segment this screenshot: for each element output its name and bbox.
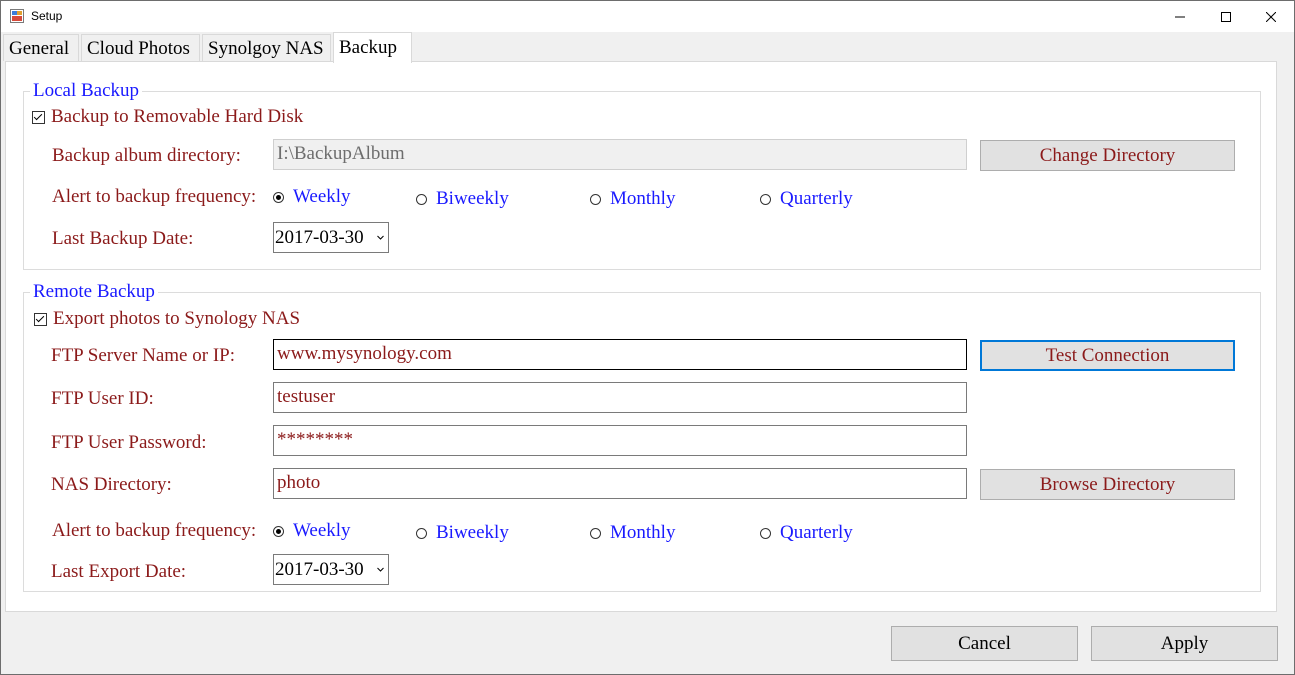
radio-unselected-icon — [416, 193, 427, 205]
radio-selected-icon — [273, 191, 284, 203]
radio-label: Monthly — [610, 188, 676, 209]
removable-disk-checkbox[interactable]: Backup to Removable Hard Disk — [32, 106, 303, 128]
radio-selected-icon — [273, 525, 284, 537]
minimize-button[interactable] — [1157, 1, 1203, 32]
remote-freq-quarterly-radio[interactable]: Quarterly — [760, 522, 853, 544]
backup-dir-field: I:\BackupAlbum — [273, 139, 967, 170]
local-freq-weekly-radio[interactable]: Weekly — [273, 186, 351, 208]
remote-freq-label: Alert to backup frequency: — [52, 520, 257, 541]
ftp-password-field[interactable]: ******** — [273, 425, 967, 456]
ftp-server-field[interactable]: www.mysynology.com — [273, 339, 967, 370]
setup-window: Setup General Cloud Photos Synolgoy NAS … — [0, 0, 1295, 675]
radio-unselected-icon — [760, 193, 771, 205]
radio-unselected-icon — [416, 527, 427, 539]
change-directory-button[interactable]: Change Directory — [980, 140, 1235, 171]
radio-label: Weekly — [293, 186, 351, 207]
local-freq-quarterly-radio[interactable]: Quarterly — [760, 188, 853, 210]
local-freq-biweekly-radio[interactable]: Biweekly — [416, 188, 509, 210]
tab-synology-nas[interactable]: Synolgoy NAS — [202, 34, 331, 61]
last-export-date-picker[interactable]: 2017-03-30 — [273, 554, 389, 585]
radio-label: Biweekly — [436, 188, 509, 209]
remote-freq-weekly-radio[interactable]: Weekly — [273, 520, 351, 542]
browse-directory-button[interactable]: Browse Directory — [980, 469, 1235, 500]
radio-label: Biweekly — [436, 522, 509, 543]
local-backup-title: Local Backup — [30, 81, 143, 101]
radio-label: Quarterly — [780, 188, 853, 209]
radio-unselected-icon — [590, 193, 601, 205]
cancel-button[interactable]: Cancel — [891, 626, 1078, 661]
export-nas-checkbox[interactable]: Export photos to Synology NAS — [34, 308, 300, 330]
nas-directory-label: NAS Directory: — [51, 474, 172, 495]
apply-button[interactable]: Apply — [1091, 626, 1278, 661]
backup-dir-label: Backup album directory: — [52, 145, 241, 166]
close-button[interactable] — [1248, 1, 1294, 32]
ftp-server-label: FTP Server Name or IP: — [51, 345, 235, 366]
tab-cloud-photos[interactable]: Cloud Photos — [81, 34, 200, 61]
minimize-icon — [1175, 16, 1185, 17]
radio-unselected-icon — [760, 527, 771, 539]
backup-tab-panel: Local Backup Backup to Removable Hard Di… — [5, 61, 1277, 612]
remote-backup-title: Remote Backup — [30, 282, 158, 302]
maximize-button[interactable] — [1203, 1, 1249, 32]
radio-unselected-icon — [590, 527, 601, 539]
ftp-user-field[interactable]: testuser — [273, 382, 967, 413]
local-backup-group: Local Backup Backup to Removable Hard Di… — [23, 81, 1261, 270]
remote-freq-biweekly-radio[interactable]: Biweekly — [416, 522, 509, 544]
local-freq-monthly-radio[interactable]: Monthly — [590, 188, 675, 210]
test-connection-button[interactable]: Test Connection — [980, 340, 1235, 371]
export-nas-checkbox-label: Export photos to Synology NAS — [53, 308, 301, 329]
checkbox-checked-icon — [32, 110, 45, 124]
app-icon — [10, 9, 24, 23]
removable-disk-checkbox-label: Backup to Removable Hard Disk — [51, 106, 304, 127]
window-title: Setup — [31, 9, 63, 23]
ftp-password-label: FTP User Password: — [51, 432, 207, 453]
close-icon — [1266, 11, 1276, 22]
last-export-date-label: Last Export Date: — [51, 561, 187, 582]
checkbox-checked-icon — [34, 312, 47, 326]
ftp-user-label: FTP User ID: — [51, 388, 154, 409]
nas-directory-field[interactable]: photo — [273, 468, 967, 499]
maximize-icon — [1221, 11, 1231, 22]
remote-backup-group: Remote Backup Export photos to Synology … — [23, 282, 1261, 592]
tab-backup[interactable]: Backup — [333, 32, 412, 63]
radio-label: Quarterly — [780, 522, 853, 543]
date-value: 2017-03-30 — [275, 559, 364, 580]
last-backup-date-picker[interactable]: 2017-03-30 — [273, 222, 389, 253]
last-backup-date-label: Last Backup Date: — [52, 228, 194, 249]
radio-label: Weekly — [293, 520, 351, 541]
chevron-down-icon — [377, 567, 384, 572]
title-bar: Setup — [1, 1, 1294, 32]
tab-general[interactable]: General — [3, 34, 79, 61]
date-value: 2017-03-30 — [275, 227, 364, 248]
local-freq-label: Alert to backup frequency: — [52, 186, 257, 207]
radio-label: Monthly — [610, 522, 676, 543]
chevron-down-icon — [377, 235, 384, 240]
remote-freq-monthly-radio[interactable]: Monthly — [590, 522, 675, 544]
